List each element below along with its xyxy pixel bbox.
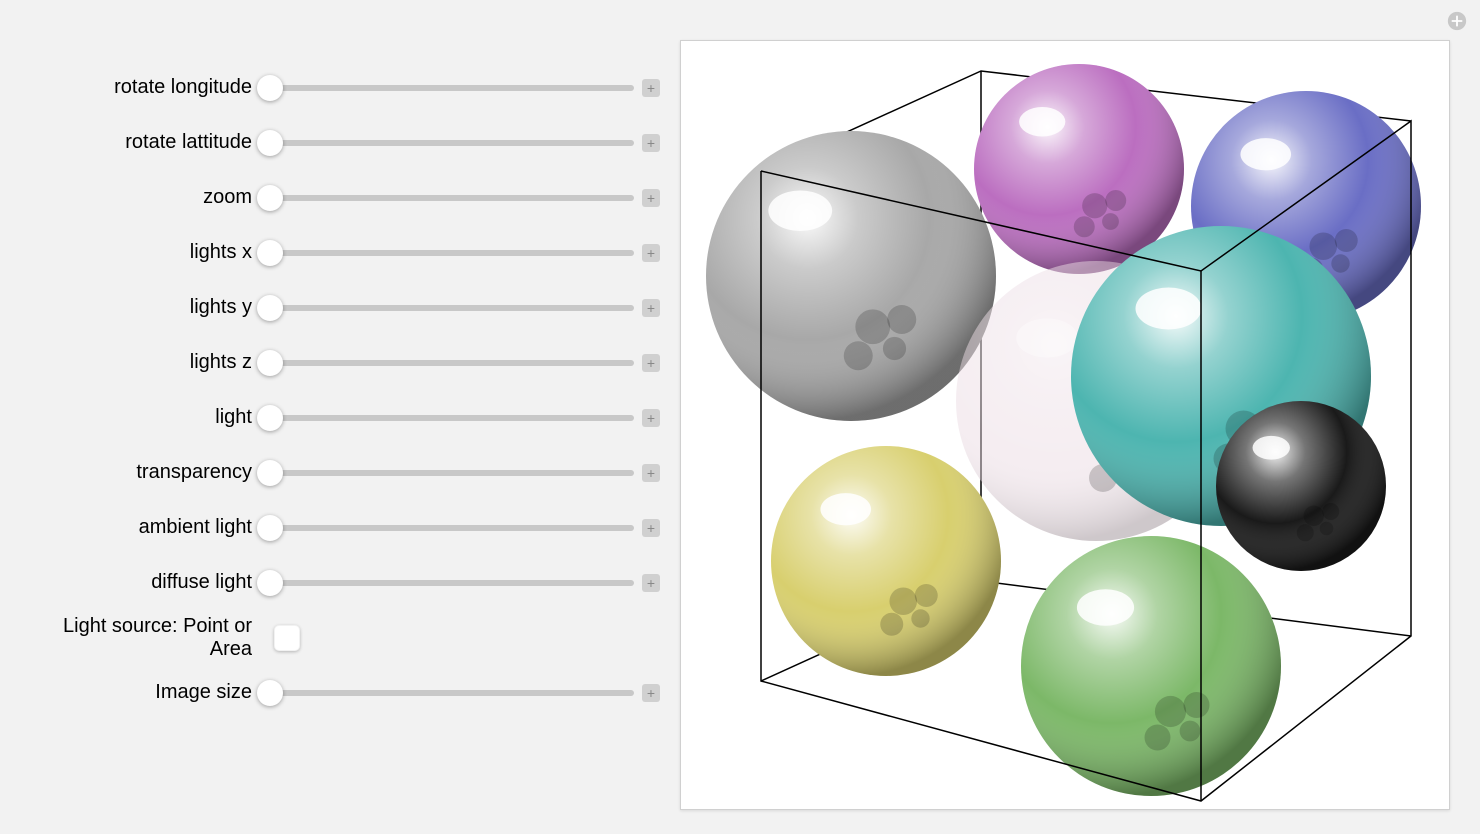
rotate-longitude-slider[interactable] <box>270 85 634 91</box>
expand-icon[interactable]: + <box>642 134 660 152</box>
slider-row-light: light + <box>20 390 660 445</box>
slider-thumb[interactable] <box>257 75 283 101</box>
expand-icon[interactable]: + <box>642 684 660 702</box>
slider-thumb[interactable] <box>257 130 283 156</box>
lights-z-slider[interactable] <box>270 360 634 366</box>
slider-row-lights-x: lights x + <box>20 225 660 280</box>
controls-panel: rotate longitude + rotate lattitude + zo… <box>20 40 660 814</box>
slider-label: lights x <box>20 241 260 264</box>
slider-label: rotate longitude <box>20 76 260 99</box>
expand-icon[interactable]: + <box>642 354 660 372</box>
light-source-checkbox[interactable] <box>274 625 300 651</box>
slider-label: diffuse light <box>20 571 260 594</box>
slider-label: zoom <box>20 186 260 209</box>
sphere-green <box>1021 536 1281 796</box>
slider-row-zoom: zoom + <box>20 170 660 225</box>
image-size-slider[interactable] <box>270 690 634 696</box>
expand-icon[interactable]: + <box>642 464 660 482</box>
expand-icon[interactable]: + <box>642 574 660 592</box>
slider-row-rotate-lattitude: rotate lattitude + <box>20 115 660 170</box>
expand-icon[interactable]: + <box>642 79 660 97</box>
slider-thumb[interactable] <box>257 680 283 706</box>
slider-row-image-size: Image size + <box>20 665 660 720</box>
slider-label: lights z <box>20 351 260 374</box>
slider-row-diffuse-light: diffuse light + <box>20 555 660 610</box>
expand-icon[interactable]: + <box>642 409 660 427</box>
expand-icon[interactable]: + <box>642 189 660 207</box>
expand-icon[interactable]: + <box>642 244 660 262</box>
sphere-magenta <box>974 64 1184 274</box>
ambient-light-slider[interactable] <box>270 525 634 531</box>
lights-x-slider[interactable] <box>270 250 634 256</box>
slider-thumb[interactable] <box>257 570 283 596</box>
sphere-gray <box>706 131 996 421</box>
light-slider[interactable] <box>270 415 634 421</box>
visualization-panel[interactable] <box>680 40 1450 810</box>
slider-thumb[interactable] <box>257 515 283 541</box>
lights-y-slider[interactable] <box>270 305 634 311</box>
slider-row-rotate-longitude: rotate longitude + <box>20 60 660 115</box>
checkbox-row-light-source: Light source: Point or Area <box>20 610 660 665</box>
slider-label: light <box>20 406 260 429</box>
checkbox-label: Light source: Point or Area <box>20 615 260 661</box>
zoom-slider[interactable] <box>270 195 634 201</box>
sphere-black <box>1216 401 1386 571</box>
slider-thumb[interactable] <box>257 405 283 431</box>
slider-row-transparency: transparency + <box>20 445 660 500</box>
slider-label: rotate lattitude <box>20 131 260 154</box>
slider-thumb[interactable] <box>257 350 283 376</box>
slider-label: ambient light <box>20 516 260 539</box>
render-3d-scene[interactable] <box>681 41 1449 809</box>
sphere-yellow <box>771 446 1001 676</box>
expand-icon[interactable]: + <box>642 519 660 537</box>
slider-row-lights-y: lights y + <box>20 280 660 335</box>
slider-label: transparency <box>20 461 260 484</box>
slider-row-lights-z: lights z + <box>20 335 660 390</box>
slider-thumb[interactable] <box>257 460 283 486</box>
expand-icon[interactable]: + <box>642 299 660 317</box>
slider-row-ambient-light: ambient light + <box>20 500 660 555</box>
slider-thumb[interactable] <box>257 185 283 211</box>
add-icon[interactable] <box>1446 10 1468 32</box>
slider-thumb[interactable] <box>257 295 283 321</box>
transparency-slider[interactable] <box>270 470 634 476</box>
rotate-lattitude-slider[interactable] <box>270 140 634 146</box>
slider-label: Image size <box>20 681 260 704</box>
slider-thumb[interactable] <box>257 240 283 266</box>
slider-label: lights y <box>20 296 260 319</box>
diffuse-light-slider[interactable] <box>270 580 634 586</box>
main-layout: rotate longitude + rotate lattitude + zo… <box>0 0 1480 834</box>
